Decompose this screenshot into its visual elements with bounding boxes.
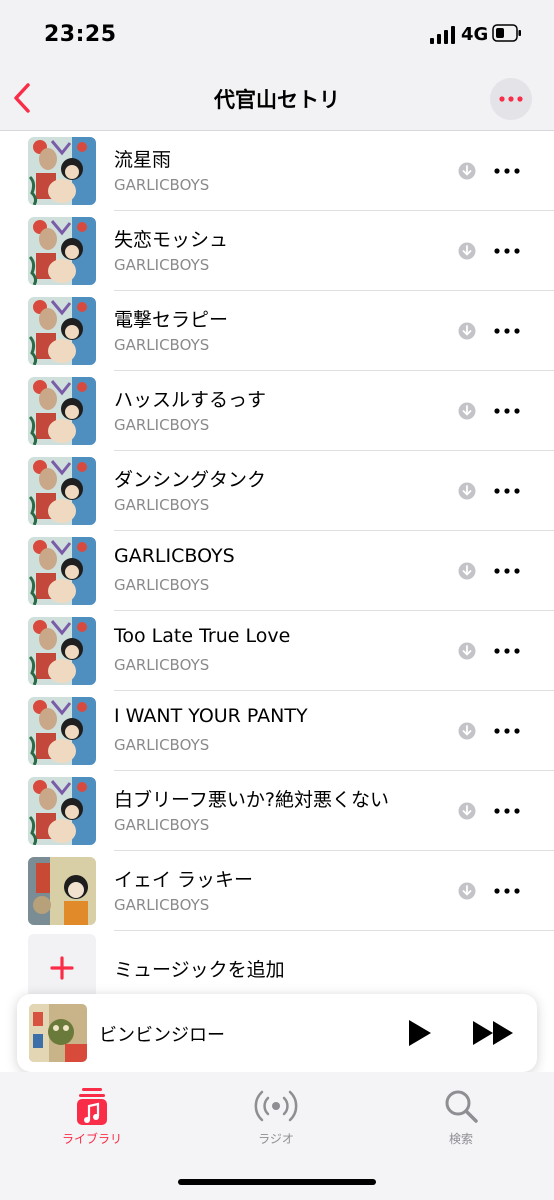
song-artist: GARLICBOYS [114,416,210,434]
song-title: 白ブリーフ悪いか?絶対悪くない [114,789,389,811]
song-title: イェイ ラッキー [114,869,254,891]
tab-search-label: 検索 [448,1132,473,1146]
song-artist: GARLICBOYS [114,176,210,194]
album-artwork [28,697,96,765]
download-icon[interactable] [458,802,476,820]
download-icon[interactable] [458,882,476,900]
album-artwork [28,537,96,605]
song-more-icon[interactable] [494,488,520,494]
navigation-bar: 代官山セトリ [0,70,554,131]
tab-radio-label: ラジオ [258,1132,294,1146]
album-artwork [28,297,96,365]
song-artist: GARLICBOYS [114,896,210,914]
fast-forward-icon[interactable] [471,1019,515,1047]
song-more-icon[interactable] [494,728,520,734]
page-title: 代官山セトリ [214,88,340,112]
tab-library-label: ライブラリ [61,1132,122,1146]
add-music-label: ミュージックを追加 [114,959,285,981]
song-row[interactable]: 失恋モッシュ GARLICBOYS [0,211,554,291]
battery-icon [492,24,521,42]
row-divider [114,930,554,931]
song-row[interactable]: GARLICBOYS GARLICBOYS [0,531,554,611]
song-more-icon[interactable] [494,888,520,894]
song-list: 流星雨 GARLICBOYS 失恋モッシュ GARLICBOYS 電撃セラピー GARLI… [0,131,554,931]
download-icon[interactable] [458,562,476,580]
music-note-icon [77,1088,107,1125]
song-more-icon[interactable] [494,168,520,174]
status-bar: 23:25 4G [0,0,554,70]
song-more-icon[interactable] [494,648,520,654]
song-artist: GARLICBOYS [114,336,210,354]
album-artwork [28,857,96,925]
song-title: I WANT YOUR PANTY [114,705,308,727]
status-time: 23:25 [44,22,117,47]
album-artwork [28,777,96,845]
song-title: 失恋モッシュ [114,229,229,251]
album-artwork [28,377,96,445]
download-icon[interactable] [458,722,476,740]
song-artist: GARLICBOYS [114,576,210,594]
play-icon[interactable] [405,1018,433,1048]
song-artist: GARLICBOYS [114,816,210,834]
ellipsis-icon [499,96,523,102]
song-row[interactable]: I WANT YOUR PANTY GARLICBOYS [0,691,554,771]
cellular-signal-icon [430,26,455,44]
song-artist: GARLICBOYS [114,496,210,514]
song-title: 流星雨 [114,149,172,171]
add-music-row[interactable]: ミュージックを追加 [0,932,554,1002]
search-icon [445,1090,478,1123]
song-artist: GARLICBOYS [114,256,210,274]
download-icon[interactable] [458,162,476,180]
song-row[interactable]: 電撃セラピー GARLICBOYS [0,291,554,371]
now-playing-artwork [29,1004,87,1062]
plus-icon [50,956,74,980]
download-icon[interactable] [458,322,476,340]
song-row[interactable]: 白ブリーフ悪いか?絶対悪くない GARLICBOYS [0,771,554,851]
song-row[interactable]: 流星雨 GARLICBOYS [0,131,554,211]
song-artist: GARLICBOYS [114,736,210,754]
now-playing-title: ビンビンジロー [99,1025,225,1046]
mini-player[interactable]: ビンビンジロー [17,994,537,1072]
album-artwork [28,217,96,285]
song-row[interactable]: Too Late True Love GARLICBOYS [0,611,554,691]
song-row[interactable]: イェイ ラッキー GARLICBOYS [0,851,554,931]
song-more-icon[interactable] [494,568,520,574]
album-artwork [28,137,96,205]
song-title: ハッスルするっす [114,389,267,411]
network-type: 4G [461,24,489,45]
song-title: 電撃セラピー [114,309,229,331]
playlist-more-button[interactable] [490,78,532,120]
album-artwork [28,457,96,525]
tab-search[interactable]: 検索 [401,1086,521,1147]
home-indicator [178,1179,376,1185]
song-title: ダンシングタンク [114,469,267,491]
song-title: Too Late True Love [114,625,291,647]
album-artwork [28,617,96,685]
tab-radio[interactable]: ラジオ [216,1086,336,1147]
song-row[interactable]: ハッスルするっす GARLICBOYS [0,371,554,451]
song-more-icon[interactable] [494,808,520,814]
download-icon[interactable] [458,242,476,260]
download-icon[interactable] [458,482,476,500]
add-music-tile [28,934,96,1002]
tab-library[interactable]: ライブラリ [32,1086,152,1147]
song-title: GARLICBOYS [114,545,235,567]
radio-broadcast-icon [254,1090,298,1122]
download-icon[interactable] [458,642,476,660]
song-row[interactable]: ダンシングタンク GARLICBOYS [0,451,554,531]
song-artist: GARLICBOYS [114,656,210,674]
song-more-icon[interactable] [494,248,520,254]
song-more-icon[interactable] [494,328,520,334]
song-more-icon[interactable] [494,408,520,414]
download-icon[interactable] [458,402,476,420]
